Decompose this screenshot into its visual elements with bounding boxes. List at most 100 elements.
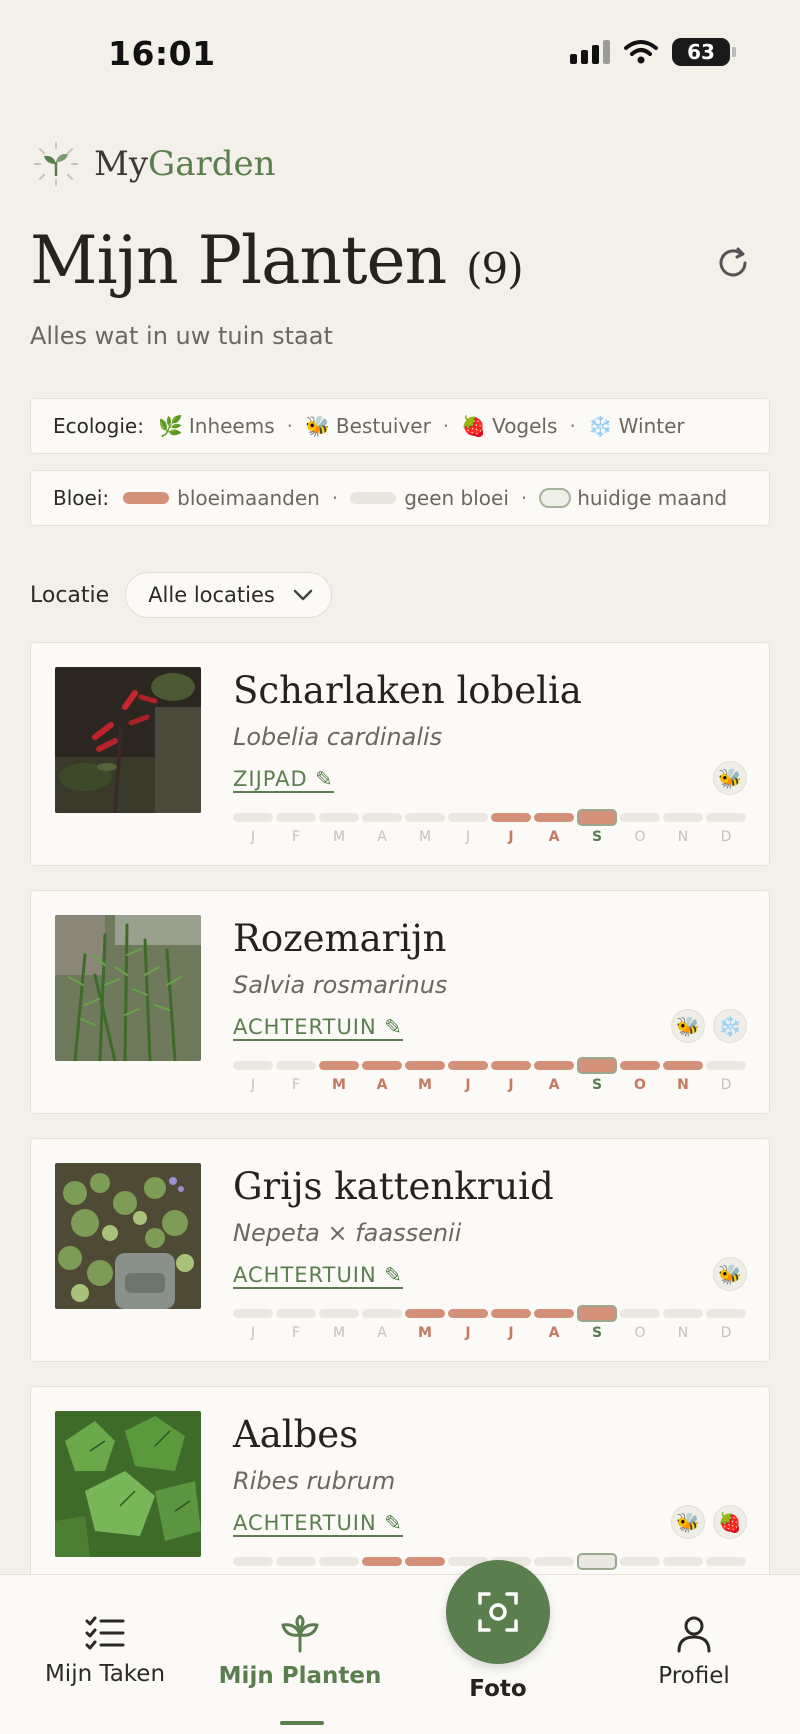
status-time: 16:01 — [108, 34, 216, 73]
bloom-month-bar — [620, 813, 660, 822]
plant-botanical-name: Salvia rosmarinus — [233, 971, 448, 999]
plant-icon — [281, 1615, 319, 1653]
plant-photo — [55, 667, 201, 813]
month-label: D — [720, 1325, 732, 1341]
month-label: F — [291, 1077, 301, 1093]
bloom-month-bar — [319, 1309, 359, 1318]
bloom-month-bar — [577, 1305, 617, 1322]
plant-card[interactable]: Scharlaken lobelia Lobelia cardinalis ZI… — [30, 642, 770, 866]
bloom-month-bar — [706, 1309, 746, 1318]
bloom-month-bar — [620, 1061, 660, 1070]
bloom-month-bar — [577, 1057, 617, 1074]
month-label: M — [418, 1077, 432, 1093]
battery-icon: 63 — [672, 38, 736, 66]
strawberry-badge-icon: 🍓 — [713, 1505, 747, 1539]
page-subtitle: Alles wat in uw tuin staat — [30, 322, 333, 350]
signal-icon — [570, 40, 610, 64]
month-label: A — [377, 1325, 387, 1341]
month-label: A — [377, 829, 387, 845]
plant-location-link[interactable]: ACHTERTUIN ✎ — [233, 1263, 403, 1287]
month-label: J — [508, 829, 514, 845]
month-label: A — [376, 1077, 388, 1093]
month-label: O — [634, 1325, 646, 1341]
plant-botanical-name: Lobelia cardinalis — [233, 723, 443, 751]
snowflake-badge-icon: ❄️ — [713, 1009, 747, 1043]
leaf-icon: 🌿 — [157, 414, 183, 438]
bloom-month-bar — [706, 813, 746, 822]
month-label: J — [508, 1077, 514, 1093]
eco-badges: 🐝 🍓 — [671, 1505, 747, 1539]
plant-card[interactable]: Grijs kattenkruid Nepeta × faassenii ACH… — [30, 1138, 770, 1362]
plant-card[interactable]: Rozemarijn Salvia rosmarinus ACHTERTUIN … — [30, 890, 770, 1114]
month-label: D — [720, 1077, 732, 1093]
bloom-calendar: JFMAMJJASOND — [233, 809, 749, 845]
bloom-month-bar — [276, 813, 316, 822]
wifi-icon — [624, 40, 658, 64]
bloom-month-bar — [362, 813, 402, 822]
month-label: J — [465, 829, 471, 845]
bloom-month-bar — [663, 1061, 703, 1070]
bloom-month-bar — [276, 1061, 316, 1070]
bloom-calendar: JFMAMJJASOND — [233, 1057, 749, 1093]
plant-location-link[interactable]: ZIJPAD ✎ — [233, 767, 334, 791]
nav-tasks[interactable]: Mijn Taken — [15, 1615, 195, 1687]
bloom-month-bar — [534, 1061, 574, 1070]
bee-badge-icon: 🐝 — [671, 1009, 705, 1043]
eco-badges: 🐝 — [713, 761, 747, 795]
bloom-month-bar — [362, 1557, 402, 1566]
bloom-legend: Bloei: bloeimaanden · geen bloei · huidi… — [30, 470, 770, 526]
bloom-month-bar — [233, 1061, 273, 1070]
ecology-legend: Ecologie: 🌿 Inheems · 🐝 Bestuiver · 🍓 Vogel… — [30, 398, 770, 454]
strawberry-icon: 🍓 — [461, 414, 487, 438]
bloom-swatch — [123, 492, 170, 504]
bee-badge-icon: 🐝 — [713, 761, 747, 795]
month-label: J — [465, 1077, 471, 1093]
month-label: J — [465, 1325, 471, 1341]
bloom-month-bar — [233, 813, 273, 822]
bottom-navigation: Mijn Taken Mijn Planten Profiel — [0, 1574, 800, 1734]
plant-photo — [55, 1411, 201, 1557]
brand-name: MyGarden — [94, 144, 276, 184]
nav-plants[interactable]: Mijn Planten — [210, 1615, 390, 1689]
bloom-month-bar — [362, 1061, 402, 1070]
bee-badge-icon: 🐝 — [671, 1505, 705, 1539]
bloom-month-bar — [663, 813, 703, 822]
plant-location-link[interactable]: ACHTERTUIN ✎ — [233, 1511, 403, 1535]
plant-name: Rozemarijn — [233, 917, 447, 960]
month-label: A — [548, 1077, 560, 1093]
bloom-month-bar — [405, 813, 445, 822]
chevron-down-icon — [293, 589, 313, 601]
month-label: M — [332, 829, 346, 845]
nav-photo-label: Foto — [469, 1676, 527, 1702]
active-tab-indicator — [280, 1721, 324, 1725]
bloom-month-bar — [405, 1557, 445, 1566]
refresh-icon[interactable] — [714, 244, 752, 282]
month-label: A — [548, 1325, 560, 1341]
month-label: A — [548, 829, 560, 845]
status-icons: 63 — [570, 38, 736, 66]
bloom-month-bar — [706, 1061, 746, 1070]
bloom-month-bar — [319, 1557, 359, 1566]
camera-scan-icon — [478, 1592, 518, 1632]
nav-profile[interactable]: Profiel — [604, 1615, 784, 1689]
checklist-icon — [85, 1616, 125, 1650]
location-select[interactable]: Alle locaties — [125, 572, 332, 618]
plant-name: Aalbes — [233, 1413, 359, 1456]
no-bloom-swatch — [350, 492, 397, 504]
brand[interactable]: MyGarden — [32, 140, 276, 188]
page-title: Mijn Planten (9) — [30, 222, 524, 299]
eco-badges: 🐝 ❄️ — [671, 1009, 747, 1043]
month-label: S — [591, 1077, 603, 1093]
bloom-month-bar — [319, 1061, 359, 1070]
plant-location-link[interactable]: ACHTERTUIN ✎ — [233, 1015, 403, 1039]
bee-icon: 🐝 — [305, 414, 330, 438]
bloom-month-bar — [448, 813, 488, 822]
month-label: M — [332, 1077, 346, 1093]
bloom-month-bar — [534, 1557, 574, 1566]
month-label: M — [332, 1325, 346, 1341]
month-label: F — [291, 829, 301, 845]
photo-scan-button[interactable] — [446, 1560, 550, 1664]
bloom-month-bar — [620, 1309, 660, 1318]
bloom-month-bar — [620, 1557, 660, 1566]
month-label: N — [677, 1077, 689, 1093]
